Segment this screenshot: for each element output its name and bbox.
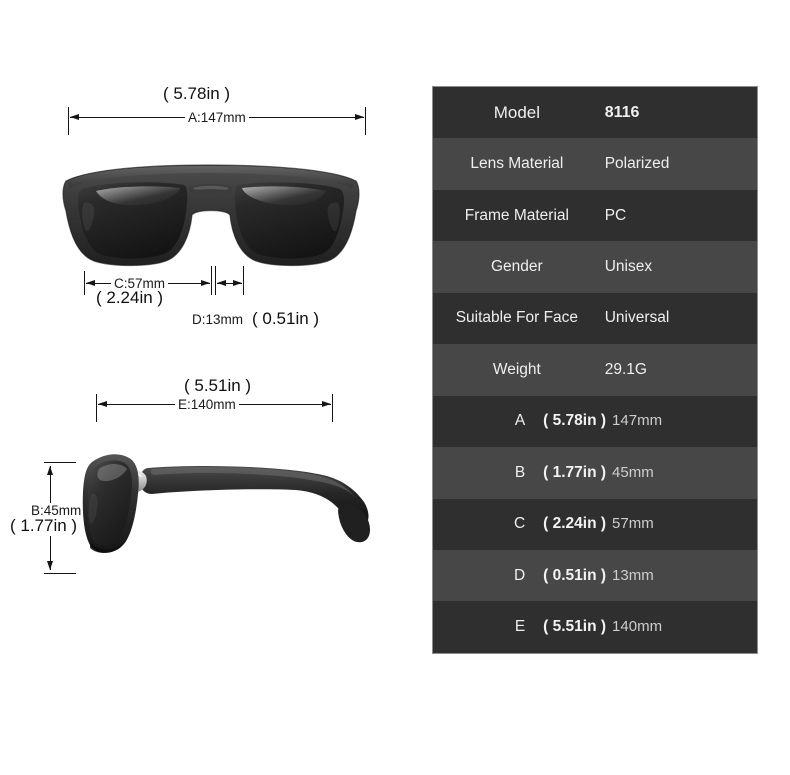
dimension-letter: D bbox=[513, 566, 526, 584]
table-row-gender: Gender Unisex bbox=[433, 241, 757, 293]
dimension-e-arrow-left bbox=[98, 401, 107, 407]
table-row-suitable-for-face: Suitable For Face Universal bbox=[433, 292, 757, 345]
row-value: 29.1G bbox=[604, 360, 647, 378]
table-row-dimension-c: C ( 2.24in ) 57mm bbox=[433, 498, 757, 550]
dimension-e-mm-label: E:140mm bbox=[175, 397, 239, 412]
row-label: Model bbox=[493, 102, 541, 122]
row-value: PC bbox=[604, 206, 627, 224]
dimension-inch: ( 0.51in ) bbox=[543, 566, 607, 584]
row-value: 8116 bbox=[604, 103, 640, 121]
dimension-e-arrow-right bbox=[322, 401, 331, 407]
row-value: ( 5.78in ) 147mm bbox=[543, 412, 757, 430]
dimension-mm: 140mm bbox=[612, 618, 663, 636]
dimension-mm: 147mm bbox=[612, 412, 663, 430]
dimension-b-inch-label: ( 1.77in ) bbox=[10, 516, 78, 536]
dimension-mm: 57mm bbox=[612, 515, 654, 533]
dimension-e-right-tick bbox=[332, 394, 333, 422]
dimension-letter: B bbox=[514, 463, 526, 481]
dimension-a-left-tick bbox=[68, 107, 69, 135]
table-row-dimension-b: B ( 1.77in ) 45mm bbox=[433, 447, 757, 499]
table-row-frame-material: Frame Material PC bbox=[433, 189, 757, 242]
dimension-a-inch-label: ( 5.78in ) bbox=[163, 84, 231, 103]
dimension-c-arrow-right bbox=[201, 280, 210, 286]
table-row-weight: Weight 29.1G bbox=[433, 344, 757, 396]
table-row-dimension-a: A ( 5.78in ) 147mm bbox=[433, 395, 757, 448]
table-row-lens-material: Lens Material Polarized bbox=[433, 138, 757, 190]
dimension-d-right-tick bbox=[243, 266, 244, 295]
dimension-mm: 13mm bbox=[612, 566, 654, 584]
row-value: ( 2.24in ) 57mm bbox=[543, 515, 757, 533]
row-label: Frame Material bbox=[464, 206, 569, 224]
dimension-a-arrow-left bbox=[70, 114, 79, 120]
dimension-c-right-tick bbox=[211, 266, 212, 295]
dimension-d-mm-label: D:13mm bbox=[192, 312, 244, 327]
row-value: ( 0.51in ) 13mm bbox=[543, 567, 757, 585]
dimension-d-left-tick bbox=[215, 266, 216, 295]
row-value: ( 5.51in ) 140mm bbox=[543, 618, 757, 636]
dimension-c-inch-label: ( 2.24in ) bbox=[96, 288, 164, 307]
row-value: Universal bbox=[604, 309, 670, 327]
row-value: Polarized bbox=[604, 155, 670, 173]
specification-table: Model 8116 Lens Material Polarized Frame… bbox=[432, 86, 758, 654]
dimension-b-bottom-tick bbox=[44, 573, 76, 574]
row-label: Weight bbox=[492, 360, 541, 378]
dimension-c-left-tick bbox=[84, 271, 85, 295]
dimension-letter: A bbox=[514, 412, 526, 430]
dimension-e-inch-label: ( 5.51in ) bbox=[184, 376, 252, 395]
row-label: Lens Material bbox=[470, 155, 564, 173]
table-row-model: Model 8116 bbox=[433, 87, 757, 139]
sunglasses-front-view bbox=[60, 163, 362, 273]
table-row-dimension-d: D ( 0.51in ) 13mm bbox=[433, 549, 757, 602]
dimension-inch: ( 5.51in ) bbox=[543, 618, 607, 636]
dimension-d-arrow-right bbox=[233, 280, 242, 286]
sunglasses-side-view bbox=[78, 444, 378, 564]
dimension-d-inch-label: ( 0.51in ) bbox=[252, 309, 320, 328]
dimension-a-right-tick bbox=[365, 107, 366, 135]
row-value: ( 1.77in ) 45mm bbox=[543, 464, 757, 482]
dimension-inch: ( 2.24in ) bbox=[543, 515, 607, 533]
dimension-b-arrow-down bbox=[47, 561, 53, 570]
dimension-inch: ( 1.77in ) bbox=[543, 463, 607, 481]
dimension-d-arrow-left bbox=[217, 280, 226, 286]
product-spec-sheet: ( 5.78in ) A:147mm C:57mm (2.24in) D:1… bbox=[0, 0, 790, 775]
dimension-a-mm-label: A:147mm bbox=[185, 110, 249, 125]
row-label: Suitable For Face bbox=[455, 309, 579, 327]
dimension-b-arrow-up bbox=[47, 466, 53, 475]
dimension-b-top-tick bbox=[44, 462, 76, 463]
dimension-e-left-tick bbox=[96, 394, 97, 422]
row-value: Unisex bbox=[604, 258, 653, 276]
dimension-letter: C bbox=[513, 515, 526, 533]
dimension-letter: E bbox=[514, 618, 526, 636]
table-row-dimension-e: E ( 5.51in ) 140mm bbox=[433, 601, 757, 653]
dimension-mm: 45mm bbox=[612, 463, 654, 481]
dimension-c-arrow-left bbox=[86, 280, 95, 286]
dimension-inch: ( 5.78in ) bbox=[543, 412, 607, 430]
dimension-a-arrow-right bbox=[355, 114, 364, 120]
row-label: Gender bbox=[491, 258, 543, 276]
